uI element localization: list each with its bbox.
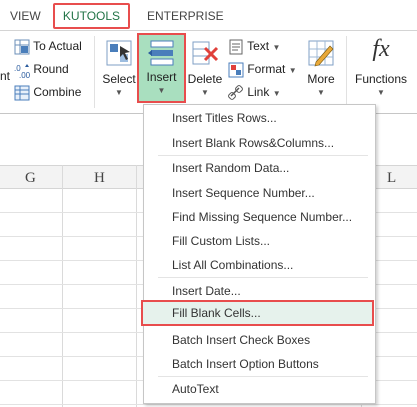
more-button[interactable]: More ▼ [302,36,340,102]
menu-item-find-missing-sequence-number[interactable]: Find Missing Sequence Number... [172,207,352,227]
to-actual-label: To Actual [33,39,82,53]
chevron-down-icon: ▼ [115,88,123,97]
select-label: Select [102,72,136,86]
round-icon: .0 .00 [14,63,30,78]
insert-button[interactable]: Insert ▼ [137,33,186,103]
format-label: Format [247,62,286,76]
to-actual-icon [14,39,30,55]
delete-icon [192,41,219,65]
link-icon [228,84,243,100]
column-header-l[interactable]: L [387,170,396,187]
menu-item-insert-titles-rows[interactable]: Insert Titles Rows... [172,108,277,128]
chevron-down-icon: ▼ [157,86,166,95]
select-icon [106,40,132,66]
chevron-down-icon: ▼ [272,89,281,98]
to-actual-button[interactable]: To Actual [14,36,82,56]
tab-enterprise[interactable]: ENTERPRISE [147,6,224,26]
combine-button[interactable]: Combine [14,82,81,102]
more-label: More [307,72,335,86]
functions-button[interactable]: fx Functions ▼ [350,36,412,102]
insert-label: Insert [146,70,177,84]
link-label: Link [247,85,270,99]
partial-button-label[interactable]: nt [0,66,10,86]
round-button[interactable]: .0 .00 Round [14,59,69,79]
select-button[interactable]: Select ▼ [100,36,138,102]
format-icon [228,62,244,78]
round-label: Round [33,62,69,76]
functions-label: Functions [354,72,408,86]
menu-separator [158,277,368,278]
text-icon [229,39,243,55]
grid-line [0,404,417,405]
menu-item-list-all-combinations[interactable]: List All Combinations... [172,255,293,275]
format-button[interactable]: Format ▼ [228,59,297,79]
menu-item-batch-insert-check-boxes[interactable]: Batch Insert Check Boxes [172,330,310,350]
ribbon-separator [346,36,347,108]
chevron-down-icon: ▼ [288,66,297,75]
more-icon [308,40,334,67]
delete-label: Delete [187,72,223,86]
text-label: Text [247,39,270,53]
menu-item-insert-blank-rows-columns[interactable]: Insert Blank Rows&Columns... [172,133,334,153]
menu-item-insert-random-data[interactable]: Insert Random Data... [172,158,289,178]
chevron-down-icon: ▼ [201,88,209,97]
tab-kutools[interactable]: KUTOOLS [53,3,130,29]
menu-item-insert-date[interactable]: Insert Date... [172,281,241,301]
grid-line [62,165,63,407]
column-header-h[interactable]: H [94,170,105,187]
function-fx-icon: fx [372,36,390,62]
combine-label: Combine [33,85,82,99]
menu-item-insert-sequence-number[interactable]: Insert Sequence Number... [172,183,315,203]
svg-text:.00: .00 [19,71,30,78]
menu-item-batch-insert-option-buttons[interactable]: Batch Insert Option Buttons [172,354,319,374]
column-header-g[interactable]: G [25,170,36,187]
menu-separator [158,376,368,377]
menu-item-fill-blank-cells[interactable]: Fill Blank Cells... [172,303,261,323]
delete-button[interactable]: Delete ▼ [186,36,224,102]
menu-item-fill-custom-lists[interactable]: Fill Custom Lists... [172,231,270,251]
menu-separator [158,155,368,156]
chevron-down-icon: ▼ [317,88,325,97]
combine-icon [14,85,30,101]
insert-icon [148,40,174,66]
menu-item-autotext[interactable]: AutoText [172,379,219,399]
tab-view[interactable]: VIEW [10,6,41,26]
grid-line [136,165,137,407]
chevron-down-icon: ▼ [272,43,281,52]
link-button[interactable]: Link ▼ [228,82,281,102]
chevron-down-icon: ▼ [377,88,385,97]
text-button[interactable]: Text ▼ [228,36,280,56]
ribbon-separator [94,36,95,108]
